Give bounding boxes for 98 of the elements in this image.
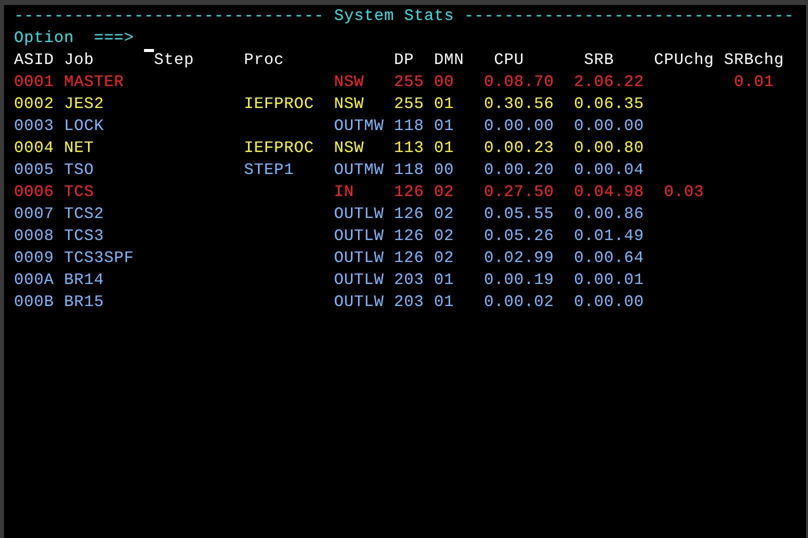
- table-cell: 0.00.23: [484, 139, 554, 157]
- table-cell: 203: [394, 293, 424, 311]
- table-cell: TCS2: [64, 205, 104, 223]
- column-header: Proc: [244, 51, 284, 69]
- table-cell: NET: [64, 139, 94, 157]
- table-cell: OUTLW: [334, 227, 384, 245]
- table-cell: IEFPROC: [244, 139, 314, 157]
- title-rule: -------------------------------: [14, 7, 324, 25]
- table-cell: 0008: [14, 227, 54, 245]
- table-cell: 0.27.50: [484, 183, 554, 201]
- table-cell: 0.06.35: [574, 95, 644, 113]
- table-cell: 255: [394, 95, 424, 113]
- table-cell: 0002: [14, 95, 54, 113]
- table-cell: 01: [434, 271, 454, 289]
- table-cell: 0003: [14, 117, 54, 135]
- table-cell: BR14: [64, 271, 104, 289]
- column-header: Step: [154, 51, 194, 69]
- table-cell: OUTLW: [334, 271, 384, 289]
- table-cell: OUTLW: [334, 249, 384, 267]
- table-cell: 0.01.49: [574, 227, 644, 245]
- table-cell: 0.00.00: [484, 117, 554, 135]
- table-cell: 126: [394, 227, 424, 245]
- table-cell: 0.00.00: [574, 117, 644, 135]
- table-cell: NSW: [334, 139, 364, 157]
- title-rule: ---------------------------------: [464, 7, 794, 25]
- table-cell: IN: [334, 183, 354, 201]
- table-cell: BR15: [64, 293, 104, 311]
- table-cell: 2.06.22: [574, 73, 644, 91]
- table-cell: TSO: [64, 161, 94, 179]
- option-prompt: ===>: [94, 29, 134, 47]
- table-cell: 0.05.55: [484, 205, 554, 223]
- column-header: CPU: [494, 51, 524, 69]
- table-cell: 0.00.04: [574, 161, 644, 179]
- table-cell: 000B: [14, 293, 54, 311]
- table-cell: 203: [394, 271, 424, 289]
- table-cell: 02: [434, 227, 454, 245]
- table-cell: 0.30.56: [484, 95, 554, 113]
- table-cell: NSW: [334, 73, 364, 91]
- table-cell: 00: [434, 161, 454, 179]
- column-header: ASID: [14, 51, 54, 69]
- table-cell: 255: [394, 73, 424, 91]
- table-cell: 0.04.98: [574, 183, 644, 201]
- table-cell: 02: [434, 249, 454, 267]
- table-cell: OUTMW: [334, 161, 384, 179]
- screen-title: System Stats: [334, 7, 454, 25]
- column-header: SRBchg: [724, 51, 784, 69]
- table-cell: 0.00.00: [574, 293, 644, 311]
- table-cell: MASTER: [64, 73, 124, 91]
- table-cell: JES2: [64, 95, 104, 113]
- table-cell: 0009: [14, 249, 54, 267]
- table-cell: 01: [434, 95, 454, 113]
- table-cell: 01: [434, 293, 454, 311]
- table-cell: NSW: [334, 95, 364, 113]
- table-cell: 01: [434, 117, 454, 135]
- table-cell: 0.00.20: [484, 161, 554, 179]
- command-field[interactable]: [144, 49, 154, 52]
- table-cell: 0.00.19: [484, 271, 554, 289]
- table-cell: 126: [394, 205, 424, 223]
- table-cell: 0.05.26: [484, 227, 554, 245]
- table-cell: 0004: [14, 139, 54, 157]
- table-cell: 0.00.64: [574, 249, 644, 267]
- table-cell: STEP1: [244, 161, 294, 179]
- table-cell: 02: [434, 183, 454, 201]
- column-header: SRB: [584, 51, 614, 69]
- table-cell: 0.03: [664, 183, 704, 201]
- table-cell: 0.01: [734, 73, 774, 91]
- column-header: Job: [64, 51, 94, 69]
- table-cell: 118: [394, 117, 424, 135]
- table-cell: 0.00.80: [574, 139, 644, 157]
- table-cell: 0005: [14, 161, 54, 179]
- table-cell: 0006: [14, 183, 54, 201]
- table-cell: TCS: [64, 183, 94, 201]
- table-cell: OUTLW: [334, 293, 384, 311]
- table-cell: 126: [394, 249, 424, 267]
- table-cell: TCS3SPF: [64, 249, 134, 267]
- table-cell: 00: [434, 73, 454, 91]
- table-cell: 02: [434, 205, 454, 223]
- table-cell: 0.00.02: [484, 293, 554, 311]
- table-cell: 0.02.99: [484, 249, 554, 267]
- table-cell: OUTLW: [334, 205, 384, 223]
- table-cell: 118: [394, 161, 424, 179]
- table-cell: LOCK: [64, 117, 104, 135]
- table-cell: 000A: [14, 271, 54, 289]
- table-cell: 0.08.70: [484, 73, 554, 91]
- column-header: CPUchg: [654, 51, 714, 69]
- table-cell: 126: [394, 183, 424, 201]
- table-cell: 113: [394, 139, 424, 157]
- column-header: DMN: [434, 51, 464, 69]
- table-cell: OUTMW: [334, 117, 384, 135]
- table-cell: 0.00.86: [574, 205, 644, 223]
- option-label: Option: [14, 29, 74, 47]
- table-cell: 0007: [14, 205, 54, 223]
- table-cell: 0001: [14, 73, 54, 91]
- table-cell: IEFPROC: [244, 95, 314, 113]
- column-header: DP: [394, 51, 414, 69]
- table-cell: 01: [434, 139, 454, 157]
- table-cell: TCS3: [64, 227, 104, 245]
- table-cell: 0.00.01: [574, 271, 644, 289]
